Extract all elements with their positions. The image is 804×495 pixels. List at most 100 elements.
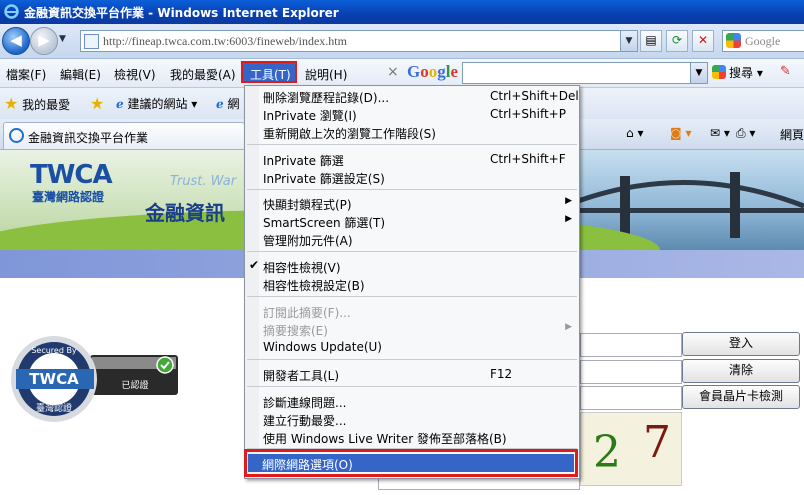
favorites-label: 我的最愛 [22,98,71,112]
menu-item-live-writer[interactable]: 使用 Windows Live Writer 發佈至部落格(B) [245,428,579,446]
window-title-bar: 金融資訊交換平台作業 - Windows Internet Explorer [0,0,804,24]
menu-item-windows-update[interactable]: Windows Update(U) [245,338,579,356]
menu-item-compatibility-view[interactable]: ✔ 相容性檢視(V) [245,257,579,275]
menu-item-label: 刪除瀏覽歷程記錄(D)... [263,91,390,105]
address-url: http://fineap.twca.com.tw:6003/fineweb/i… [103,34,347,48]
menu-item-label: 重新開啟上次的瀏覽工作階段(S) [263,127,436,141]
rss-icon: ◙ [670,126,682,140]
member-id-field[interactable] [580,333,682,357]
captcha-image: 2 7 [580,412,682,486]
google-search-label: 搜尋 [729,66,754,80]
address-dropdown-icon[interactable]: ▼ [620,31,637,51]
twca-logo-subtitle: 臺灣網路認證 [32,190,105,204]
menu-favorites[interactable]: 我的最愛(A) [170,66,236,83]
menu-item-shortcut: F12 [490,367,513,381]
menu-item-shortcut: Ctrl+Shift+F [490,152,566,166]
check-icon: ✔ [249,258,260,272]
banner-heading: 金融資訊 [145,201,225,225]
suggested-sites-link[interactable]: ℯ 建議的網站 ▾ [116,95,197,112]
clear-button[interactable]: 清除 [682,359,800,383]
google-toolbar-input[interactable]: ▼ [462,62,708,84]
tab-current[interactable]: 金融資訊交換平台作業 [3,122,245,149]
menu-item-inprivate-filter-settings[interactable]: InPrivate 篩選設定(S) [245,168,579,186]
compatibility-icon: ▤ [645,33,657,47]
menu-file[interactable]: 檔案(F) [6,66,46,83]
menu-item-developer-tools[interactable]: 開發者工具(L) F12 [245,365,579,383]
address-bar[interactable]: http://fineap.twca.com.tw:6003/fineweb/i… [80,30,638,52]
twca-logo: TWCA [30,160,113,190]
menu-item-label: InPrivate 瀏覽(I) [263,109,357,123]
favorites-link-web[interactable]: ℯ 網 [216,95,239,112]
menu-item-feed-discovery: 摘要搜索(E) ▶ [245,320,579,338]
ie-logo-icon [4,4,19,19]
tools-menu: 刪除瀏覽歷程記錄(D)... Ctrl+Shift+Del InPrivate 瀏… [244,85,580,479]
twca-secured-seal[interactable]: TWCA Secured By 臺灣認證 已認證 [10,333,182,425]
card-check-button[interactable]: 會員晶片卡檢測 [682,385,800,409]
menu-item-mobile-favorites[interactable]: 建立行動最愛... [245,410,579,428]
menu-item-reopen-session[interactable]: 重新開啟上次的瀏覽工作階段(S) [245,123,579,141]
menu-item-label: 訂閱此摘要(F)... [263,306,351,320]
login-button[interactable]: 登入 [682,332,800,356]
menu-help[interactable]: 說明(H) [305,66,347,83]
menu-tools[interactable]: 工具(T) [241,61,297,83]
google-icon [712,65,726,79]
recent-pages-dropdown-icon[interactable]: ▼ [59,34,66,44]
forward-arrow-icon: ▶ [38,31,50,49]
menu-item-label: 開發者工具(L) [263,369,340,383]
password-field[interactable] [580,360,682,384]
refresh-button[interactable]: ⟳ [666,30,688,52]
captcha-field[interactable] [580,386,682,410]
compatibility-view-button[interactable]: ▤ [640,30,662,52]
menu-item-label: InPrivate 篩選 [263,154,344,168]
menu-item-smartscreen[interactable]: SmartScreen 篩選(T) ▶ [245,212,579,230]
search-input[interactable]: Google [722,30,804,52]
toolbar-pin-icon[interactable]: ✎ [780,64,791,79]
forward-button[interactable]: ▶ [30,27,58,55]
menu-item-label: 使用 Windows Live Writer 發佈至部落格(B) [263,432,507,446]
menu-separator [247,296,577,297]
stop-icon: ✕ [697,33,709,47]
ie-tab-icon [9,128,24,143]
add-favorite-icon[interactable]: ★ [90,94,104,113]
menu-separator [247,359,577,360]
seal-bottom-text: 臺灣認證 [36,402,72,414]
menu-view[interactable]: 檢視(V) [114,66,156,83]
refresh-icon: ⟳ [671,33,683,47]
menu-tools-label: 工具(T) [250,68,291,82]
favorites-star-icon: ★ [4,94,19,113]
mail-button[interactable]: ✉ ▾ [710,126,730,140]
favorites-button[interactable]: ★ 我的最愛 [4,94,70,113]
menu-item-label: 網際網路選項(O) [262,458,353,472]
page-menu-button[interactable]: 網頁 [780,126,804,143]
menu-separator [247,251,577,252]
menu-item-label: Windows Update(U) [263,340,382,354]
menu-item-manage-addons[interactable]: 管理附加元件(A) [245,230,579,248]
menu-item-inprivate-filtering[interactable]: InPrivate 篩選 Ctrl+Shift+F [245,150,579,168]
suggested-sites-label: 建議的網站 [127,97,188,111]
menu-item-label: 管理附加元件(A) [263,234,353,248]
menu-item-compatibility-settings[interactable]: 相容性檢視設定(B) [245,275,579,293]
google-toolbar-dropdown-icon[interactable]: ▼ [690,63,707,83]
menu-item-label: SmartScreen 篩選(T) [263,216,386,230]
stop-button[interactable]: ✕ [692,30,714,52]
menu-item-label: 相容性檢視(V) [263,261,341,275]
google-toolbar-close-icon[interactable]: × [387,64,399,80]
print-icon: ⎙ [736,126,746,140]
print-button[interactable]: ⎙ ▾ [736,126,755,141]
back-button[interactable]: ◀ [2,27,30,55]
menu-item-internet-options[interactable]: 網際網路選項(O) [244,449,578,477]
menu-item-popup-blocker[interactable]: 快顯封鎖程式(P) ▶ [245,194,579,212]
google-toolbar-logo: Google [407,62,459,81]
home-button[interactable]: ⌂ ▾ [626,126,643,140]
google-search-button[interactable]: 搜尋 ▾ [712,64,763,81]
menu-edit[interactable]: 編輯(E) [60,66,101,83]
google-icon [726,33,741,48]
menu-separator [247,144,577,145]
menu-item-diagnose-connection[interactable]: 診斷連線問題... [245,392,579,410]
feeds-button[interactable]: ◙ ▾ [670,126,692,140]
menu-item-delete-history[interactable]: 刪除瀏覽歷程記錄(D)... Ctrl+Shift+Del [245,87,579,105]
window-title: 金融資訊交換平台作業 - Windows Internet Explorer [24,6,339,20]
menu-item-label: 建立行動最愛... [263,414,347,428]
menu-item-inprivate-browsing[interactable]: InPrivate 瀏覽(I) Ctrl+Shift+P [245,105,579,123]
ie-page-icon: ℯ [116,97,124,111]
